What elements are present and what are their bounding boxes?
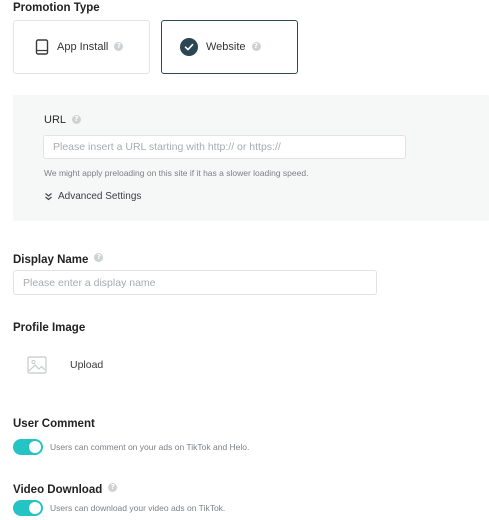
app-install-label: App Install <box>57 41 109 53</box>
toggle-knob <box>29 441 41 453</box>
website-help-icon[interactable] <box>251 41 261 51</box>
url-label: URL <box>44 114 67 126</box>
toggle-knob <box>29 502 41 514</box>
display-name-placeholder: Please enter a display name <box>23 276 156 289</box>
double-chevron-down-icon <box>45 193 52 201</box>
upload-label: Upload <box>70 359 104 371</box>
display-name-help-icon[interactable] <box>94 253 104 263</box>
app-install-option[interactable]: App Install <box>13 20 150 74</box>
video-download-description: Users can download your video ads on Tik… <box>50 503 226 513</box>
advanced-settings-label: Advanced Settings <box>58 191 142 202</box>
display-name-label: Display Name <box>13 254 89 266</box>
phone-icon <box>35 39 49 55</box>
profile-image-label: Profile Image <box>13 322 86 334</box>
app-install-help-icon[interactable] <box>114 41 124 51</box>
website-option[interactable]: Website <box>161 20 298 74</box>
promotion-type-title: Promotion Type <box>13 2 100 14</box>
check-circle-icon <box>180 38 198 56</box>
url-help-icon[interactable] <box>72 114 82 124</box>
video-download-label: Video Download <box>13 484 103 496</box>
user-comment-description: Users can comment on your ads on TikTok … <box>50 442 250 452</box>
upload-button[interactable]: Upload <box>27 355 103 375</box>
advanced-settings-toggle[interactable]: Advanced Settings <box>44 191 141 202</box>
video-download-row: Video Download <box>13 480 118 498</box>
url-input[interactable]: Please insert a URL starting with http:/… <box>43 135 406 159</box>
user-comment-label: User Comment <box>13 418 95 430</box>
video-download-help-icon[interactable] <box>108 483 118 493</box>
url-label-row: URL <box>44 114 82 126</box>
display-name-input[interactable]: Please enter a display name <box>13 270 377 295</box>
user-comment-toggle[interactable] <box>13 439 43 455</box>
image-placeholder-icon <box>27 356 47 374</box>
display-name-row: Display Name <box>13 250 104 268</box>
website-label: Website <box>206 41 246 53</box>
video-download-toggle[interactable] <box>13 500 43 516</box>
url-placeholder: Please insert a URL starting with http:/… <box>53 141 281 153</box>
url-hint: We might apply preloading on this site i… <box>44 168 309 178</box>
